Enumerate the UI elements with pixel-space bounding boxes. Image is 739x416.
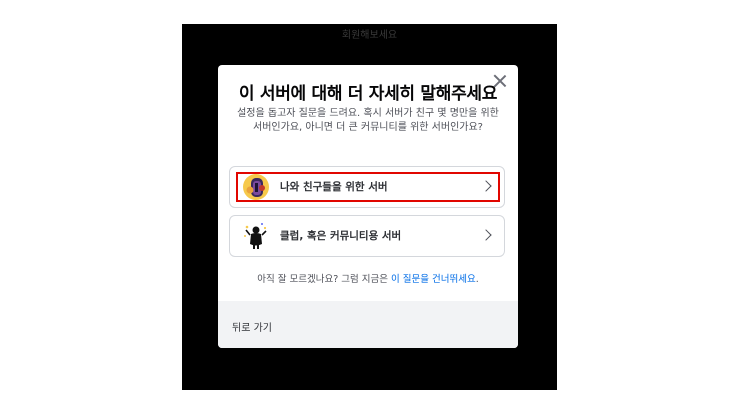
skip-text: 아직 잘 모르겠나요? 그럼 지금은 이 질문을 건너뛰세요. xyxy=(218,271,518,285)
background-page-title: 회원해보세요 xyxy=(341,30,398,41)
back-button[interactable]: 뒤로 가기 xyxy=(232,319,272,334)
chevron-right-icon xyxy=(480,180,492,192)
option-community-server[interactable]: 클럽, 혹은 커뮤니티용 서버 xyxy=(229,215,505,257)
skip-suffix: . xyxy=(475,274,479,285)
skip-prefix: 아직 잘 모르겠나요? 그럼 지금은 xyxy=(257,274,392,285)
friends-icon xyxy=(243,174,269,200)
chevron-right-icon xyxy=(480,229,492,241)
skip-question-link[interactable]: 이 질문을 건너뛰세요 xyxy=(391,274,476,285)
server-type-modal: 이 서버에 대해 더 자세히 말해주세요 설정을 돕고자 질문을 드려요. 혹시… xyxy=(218,65,518,348)
modal-title: 이 서버에 대해 더 자세히 말해주세요 xyxy=(238,84,498,104)
modal-footer: 뒤로 가기 xyxy=(218,301,518,348)
modal-description: 설정을 돕고자 질문을 드려요. 혹시 서버가 친구 몇 명만을 위한 서버인가… xyxy=(237,108,499,133)
option-friends-server[interactable]: 나와 친구들을 위한 서버 xyxy=(229,166,505,208)
option-community-label: 클럽, 혹은 커뮤니티용 서버 xyxy=(280,230,402,242)
community-icon xyxy=(244,223,267,249)
option-friends-label: 나와 친구들을 위한 서버 xyxy=(280,181,388,193)
